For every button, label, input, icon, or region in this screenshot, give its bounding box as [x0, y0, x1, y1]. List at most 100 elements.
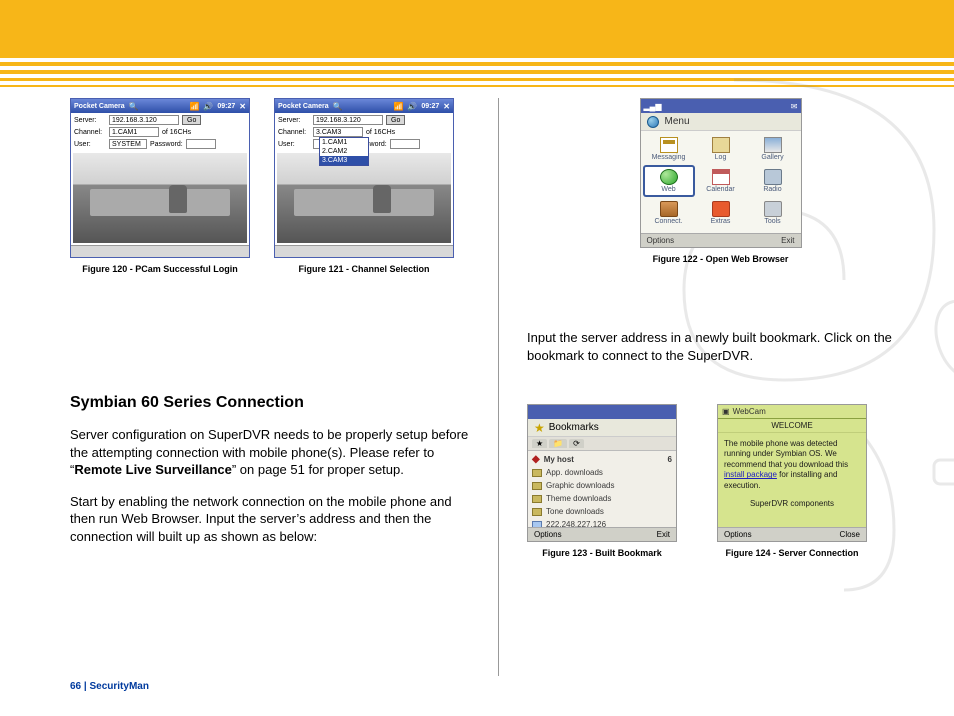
pcam-time: 09:27	[421, 103, 439, 110]
paragraph: Server configuration on SuperDVR needs t…	[70, 426, 470, 479]
bookmark-item[interactable]: ◆ My host 6	[532, 453, 672, 466]
softkey-right[interactable]: Close	[840, 530, 860, 539]
password-input[interactable]	[186, 139, 216, 149]
figure-row-bottom: ★ Bookmarks ★ 📁 ⟳ ◆ My host 6	[527, 404, 914, 558]
bullet-icon: ◆	[532, 454, 540, 465]
log-icon	[712, 137, 730, 153]
bookmark-item[interactable]: App. downloads	[532, 466, 672, 479]
channel-dropdown[interactable]: 1.CAM1 2.CAM2 3.CAM3	[319, 137, 369, 166]
figure-caption: Figure 124 - Server Connection	[725, 548, 858, 558]
menu-item-tools[interactable]: Tools	[747, 197, 799, 229]
go-button[interactable]: Go	[386, 115, 405, 125]
pcam-form: Server: 192.168.3.120 Go Channel: 1.CAM1…	[71, 113, 249, 153]
title-text: WebCam	[733, 407, 766, 416]
pcam-screenshot: Pocket Camera 🔍 📶 🔊 09:27 ✕ Server: 192.…	[274, 98, 454, 258]
signal-icon: ▂▄▆	[644, 102, 662, 111]
server-input[interactable]: 192.168.3.120	[313, 115, 383, 125]
bookmark-item[interactable]: Theme downloads	[532, 492, 672, 505]
figure-caption: Figure 120 - PCam Successful Login	[82, 264, 238, 274]
tab[interactable]: ★	[532, 439, 547, 448]
pcam-title-text: Pocket Camera	[74, 103, 125, 110]
channel-label: Channel:	[74, 129, 106, 136]
figure-122: ▂▄▆ ✉ Menu Messaging Log Gallery Web Cal…	[527, 98, 914, 264]
menu-item-calendar[interactable]: Calendar	[695, 165, 747, 197]
bookmark-item[interactable]: Tone downloads	[532, 505, 672, 518]
channel-select[interactable]: 3.CAM3	[313, 127, 363, 137]
bookmark-label: Theme downloads	[546, 494, 611, 503]
bookmarks-screen: ★ Bookmarks ★ 📁 ⟳ ◆ My host 6	[527, 404, 677, 542]
figure-120: Pocket Camera 🔍 📶 🔊 09:27 ✕ Server: 192.…	[70, 98, 250, 274]
bookmarks-list: ◆ My host 6 App. downloads Graphic downl…	[528, 451, 676, 533]
bookmark-label: My host	[544, 455, 574, 464]
phone-title: Menu	[641, 113, 801, 131]
user-label: User:	[74, 141, 106, 148]
user-input[interactable]: SYSTEM	[109, 139, 147, 149]
tab[interactable]: ⟳	[569, 439, 584, 448]
pcam-screenshot: Pocket Camera 🔍 📶 🔊 09:27 ✕ Server: 192.…	[70, 98, 250, 258]
folder-icon	[532, 495, 542, 503]
dropdown-item[interactable]: 3.CAM3	[320, 156, 368, 165]
globe-icon	[647, 116, 659, 128]
header-stripe	[0, 78, 954, 81]
left-column: Pocket Camera 🔍 📶 🔊 09:27 ✕ Server: 192.…	[70, 98, 470, 676]
close-icon: ✕	[443, 102, 450, 111]
go-button[interactable]: Go	[182, 115, 201, 125]
text-bold: Remote Live Surveillance	[74, 462, 232, 477]
menu-item-connect[interactable]: Connect.	[643, 197, 695, 229]
menu-item-log[interactable]: Log	[695, 133, 747, 165]
tab[interactable]: 📁	[549, 439, 567, 448]
welcome-heading: WELCOME	[718, 419, 866, 433]
softkey-left[interactable]: Options	[647, 236, 675, 245]
bookmarks-title: ★ Bookmarks	[528, 419, 676, 437]
phone-statusbar: ▂▄▆ ✉	[641, 99, 801, 113]
speaker-icon: 🔊	[407, 102, 417, 111]
softkey-right[interactable]: Exit	[781, 236, 794, 245]
pcam-time: 09:27	[217, 103, 235, 110]
bookmark-item[interactable]: Graphic downloads	[532, 479, 672, 492]
connect-icon	[660, 201, 678, 217]
figure-row-top: Pocket Camera 🔍 📶 🔊 09:27 ✕ Server: 192.…	[70, 98, 470, 274]
softkey-left[interactable]: Options	[724, 530, 752, 539]
softkey-right[interactable]: Exit	[657, 530, 670, 539]
menu-grid: Messaging Log Gallery Web Calendar Radio…	[641, 131, 801, 231]
menu-item-messaging[interactable]: Messaging	[643, 133, 695, 165]
figure-caption: Figure 121 - Channel Selection	[298, 264, 429, 274]
paragraph: Input the server address in a newly buil…	[527, 329, 914, 364]
menu-item-extras[interactable]: Extras	[695, 197, 747, 229]
password-input[interactable]	[390, 139, 420, 149]
page-footer: 66 | SecurityMan	[70, 681, 149, 692]
menu-label: Menu	[665, 116, 690, 127]
gallery-icon	[764, 137, 782, 153]
channel-select[interactable]: 1.CAM1	[109, 127, 159, 137]
speaker-icon: 🔊	[203, 102, 213, 111]
star-icon: ★	[534, 421, 545, 435]
user-label: User:	[278, 141, 310, 148]
softkey-left[interactable]: Options	[534, 530, 562, 539]
menu-item-radio[interactable]: Radio	[747, 165, 799, 197]
figure-caption: Figure 122 - Open Web Browser	[527, 254, 914, 264]
menu-label: Gallery	[761, 154, 783, 161]
figure-123: ★ Bookmarks ★ 📁 ⟳ ◆ My host 6	[527, 404, 677, 558]
phone-menu: ▂▄▆ ✉ Menu Messaging Log Gallery Web Cal…	[640, 98, 802, 248]
menu-label: Log	[715, 154, 727, 161]
server-input[interactable]: 192.168.3.120	[109, 115, 179, 125]
pcam-title-text: Pocket Camera	[278, 103, 329, 110]
pcam-bottombar	[71, 245, 249, 257]
bookmark-label: Tone downloads	[546, 507, 604, 516]
dropdown-item[interactable]: 2.CAM2	[320, 147, 368, 156]
menu-item-gallery[interactable]: Gallery	[747, 133, 799, 165]
right-column: ▂▄▆ ✉ Menu Messaging Log Gallery Web Cal…	[527, 98, 914, 676]
install-link[interactable]: install package	[724, 470, 777, 479]
header-stripe	[0, 85, 954, 87]
search-icon: 🔍	[333, 102, 343, 111]
app-icon: ▣	[722, 407, 730, 416]
server-label: Server:	[74, 117, 106, 124]
webcam-body: The mobile phone was detected running un…	[718, 433, 866, 515]
channel-label: Channel:	[278, 129, 310, 136]
messaging-icon	[660, 137, 678, 153]
menu-item-web[interactable]: Web	[643, 165, 695, 197]
pcam-titlebar: Pocket Camera 🔍 📶 🔊 09:27 ✕	[275, 99, 453, 113]
bookmarks-tabs: ★ 📁 ⟳	[528, 437, 676, 451]
calendar-icon	[712, 169, 730, 185]
dropdown-item[interactable]: 1.CAM1	[320, 138, 368, 147]
